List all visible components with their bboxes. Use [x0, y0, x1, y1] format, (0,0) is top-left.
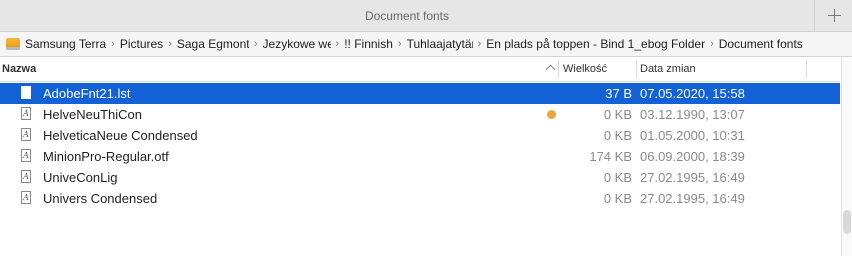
file-date: 01.05.2000, 10:31: [640, 128, 745, 143]
new-tab-button[interactable]: [814, 0, 852, 31]
path-crumb-pictures[interactable]: Pictures: [120, 37, 163, 51]
file-date: 06.09.2000, 18:39: [640, 149, 745, 164]
chevron-right-icon: ›: [253, 38, 258, 50]
path-crumb-ebog-folder[interactable]: En plads på toppen - Bind 1_ebog Folder: [486, 37, 705, 51]
column-divider[interactable]: [636, 60, 637, 78]
font-file-icon: A: [21, 191, 31, 204]
document-icon: [21, 86, 31, 99]
file-name: HelveNeuThiCon: [43, 107, 142, 122]
tab-bar: Document fonts: [0, 0, 852, 32]
file-name: AdobeFnt21.lst: [43, 86, 131, 101]
scrollbar-thumb[interactable]: [843, 210, 851, 234]
file-size: 0 KB: [603, 170, 632, 185]
file-size: 174 KB: [589, 149, 632, 164]
path-crumb-drive[interactable]: Samsung Terra: [25, 37, 106, 51]
column-size-header[interactable]: Wielkość: [563, 57, 607, 81]
chevron-right-icon: ›: [335, 38, 340, 50]
file-name: UniveConLig: [43, 170, 118, 185]
font-file-icon: A: [21, 170, 31, 183]
path-crumb-jezykowe[interactable]: Jezykowe wersje: [263, 37, 331, 51]
file-row[interactable]: A MinionPro-Regular.otf 174 KB 06.09.200…: [0, 146, 840, 167]
file-row[interactable]: A Univers Condensed 0 KB 27.02.1995, 16:…: [0, 188, 840, 209]
font-file-icon: A: [21, 128, 31, 141]
file-date: 27.02.1995, 16:49: [640, 191, 745, 206]
file-date: 03.12.1990, 13:07: [640, 107, 745, 122]
file-row[interactable]: A HelveNeuThiCon 0 KB 03.12.1990, 13:07: [0, 104, 840, 125]
column-divider[interactable]: [806, 60, 807, 78]
file-size: 37 B: [605, 86, 632, 101]
column-divider[interactable]: [558, 60, 559, 78]
font-file-icon: A: [21, 149, 31, 162]
path-bar: Samsung Terra › Pictures › Saga Egmont ›…: [0, 32, 852, 57]
file-name: HelveticaNeue Condensed: [43, 128, 198, 143]
path-crumb-tuhlaajatytar[interactable]: Tuhlaajatytär: [407, 37, 473, 51]
file-row[interactable]: AdobeFnt21.lst 37 B 07.05.2020, 15:58: [0, 83, 840, 104]
file-name: Univers Condensed: [43, 191, 158, 206]
font-file-icon: A: [21, 107, 31, 120]
file-size: 0 KB: [603, 191, 632, 206]
path-crumb-document-fonts[interactable]: Document fonts: [719, 37, 803, 51]
column-name-header[interactable]: Nazwa: [2, 57, 36, 81]
chevron-right-icon: ›: [111, 38, 115, 50]
chevron-right-icon: ›: [168, 38, 172, 50]
file-list: AdobeFnt21.lst 37 B 07.05.2020, 15:58 A …: [0, 83, 840, 209]
path-crumb-finnish[interactable]: !! Finnish: [344, 37, 393, 51]
file-row[interactable]: A UniveConLig 0 KB 27.02.1995, 16:49: [0, 167, 840, 188]
column-header: Nazwa Wielkość Data zmian: [0, 57, 840, 82]
file-row[interactable]: A HelveticaNeue Condensed 0 KB 01.05.200…: [0, 125, 840, 146]
chevron-right-icon: ›: [397, 38, 402, 50]
file-date: 07.05.2020, 15:58: [640, 86, 745, 101]
tab-document-fonts[interactable]: Document fonts: [0, 0, 814, 31]
drive-icon: [6, 38, 20, 50]
path-crumb-saga-egmont[interactable]: Saga Egmont: [177, 37, 249, 51]
column-date-header[interactable]: Data zmian: [640, 57, 696, 81]
file-size: 0 KB: [603, 107, 632, 122]
plus-icon: [827, 9, 841, 22]
file-date: 27.02.1995, 16:49: [640, 170, 745, 185]
tab-title: Document fonts: [364, 8, 450, 23]
chevron-right-icon: ›: [710, 38, 714, 50]
sort-ascending-icon: [545, 64, 556, 75]
file-name: MinionPro-Regular.otf: [43, 149, 169, 164]
file-size: 0 KB: [603, 128, 632, 143]
orange-tag-icon: [547, 110, 556, 119]
chevron-right-icon: ›: [477, 38, 482, 50]
